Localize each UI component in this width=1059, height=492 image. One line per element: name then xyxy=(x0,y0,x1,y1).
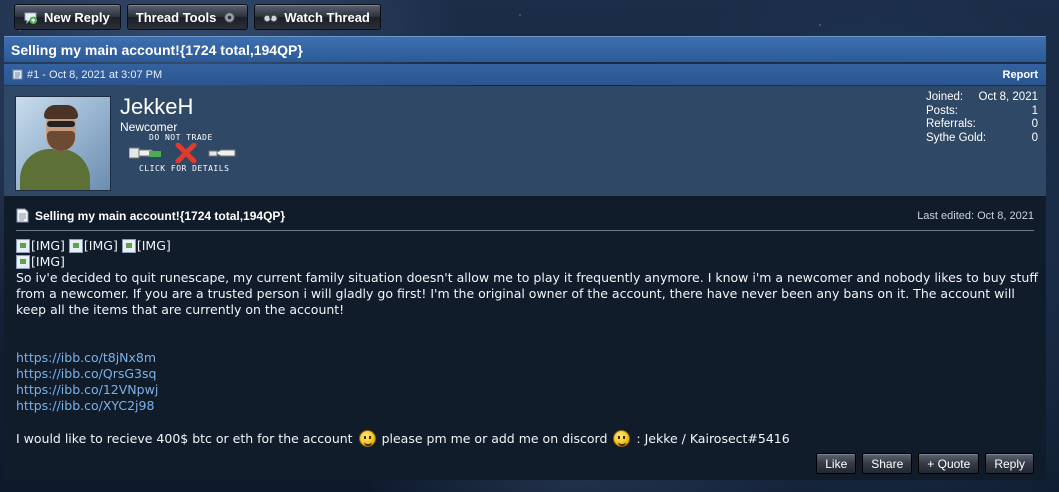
thread-tools-button[interactable]: Thread Tools xyxy=(126,4,249,30)
broken-image: [IMG] xyxy=(16,238,65,254)
thread-title: Selling my main account!{1724 total,194Q… xyxy=(4,36,1046,62)
broken-image-icon xyxy=(121,239,136,253)
username[interactable]: JekkeH xyxy=(120,94,193,120)
new-reply-label: New Reply xyxy=(44,9,110,25)
user-title: Newcomer xyxy=(120,120,178,134)
watch-thread-label: Watch Thread xyxy=(284,9,370,25)
stat-posts: Posts: 1 xyxy=(926,104,1038,117)
broken-image-icon xyxy=(68,239,83,253)
new-reply-button[interactable]: New Reply xyxy=(14,4,121,30)
stat-referrals: Referrals: 0 xyxy=(926,118,1038,130)
badge-bottom-text: CLICK FOR DETAILS xyxy=(139,164,230,173)
post-final-line: I would like to recieve 400$ btc or eth … xyxy=(16,430,790,447)
badge-top-text: DO NOT TRADE xyxy=(149,133,213,142)
red-x-icon xyxy=(175,143,197,163)
image-link[interactable]: https://ibb.co/t8jNx8m xyxy=(16,350,1038,366)
speech-bubble-plus-icon xyxy=(24,11,38,24)
post-paragraph: So iv'e decided to quit runescape, my cu… xyxy=(16,270,1038,317)
handshake-right-icon xyxy=(208,149,236,157)
watch-thread-button[interactable]: Watch Thread xyxy=(254,4,381,30)
binoculars-icon xyxy=(263,14,278,22)
broken-image: [IMG] xyxy=(68,238,118,254)
report-link[interactable]: Report xyxy=(1003,69,1038,81)
document-icon xyxy=(16,208,29,223)
post-content: [IMG] [IMG] [IMG] [IMG] So iv'e decided … xyxy=(16,238,1038,447)
post-permalink[interactable]: #1 - Oct 8, 2021 at 3:07 PM xyxy=(27,69,162,81)
post-title: Selling my main account!{1724 total,194Q… xyxy=(35,208,286,223)
thread-tools-label: Thread Tools xyxy=(135,9,217,25)
reply-button[interactable]: Reply xyxy=(985,453,1034,474)
post-document-icon xyxy=(12,69,23,80)
divider xyxy=(16,230,1034,231)
post-meta-bar: #1 - Oct 8, 2021 at 3:07 PM Report xyxy=(4,64,1046,85)
broken-image-icon xyxy=(16,239,30,253)
broken-image-icon xyxy=(16,255,30,269)
thread-toolbar: New Reply Thread Tools Watch Thread xyxy=(14,4,381,30)
post-actions: Like Share + Quote Reply xyxy=(816,453,1034,474)
image-link[interactable]: https://ibb.co/QrsG3sq xyxy=(16,366,1038,382)
image-link[interactable]: https://ibb.co/12VNpwj xyxy=(16,382,1038,398)
gear-icon xyxy=(224,11,236,23)
like-button[interactable]: Like xyxy=(816,453,857,474)
post-body: Selling my main account!{1724 total,194Q… xyxy=(4,196,1046,480)
stat-sythe-gold: Sythe Gold: 0 xyxy=(926,131,1038,144)
handshake-left-icon xyxy=(129,147,161,159)
avatar[interactable] xyxy=(15,96,111,191)
quote-button[interactable]: + Quote xyxy=(918,453,980,474)
last-edited: Last edited: Oct 8, 2021 xyxy=(917,209,1034,222)
stat-joined: Joined: Oct 8, 2021 xyxy=(926,91,1038,103)
user-info-panel: JekkeH Newcomer DO NOT TRADE CLICK FOR D… xyxy=(4,86,1046,196)
image-link[interactable]: https://ibb.co/XYC2j98 xyxy=(16,398,1038,414)
link-list: https://ibb.co/t8jNx8m https://ibb.co/Qr… xyxy=(16,350,1038,414)
user-stats: Joined: Oct 8, 2021 Posts: 1 Referrals: … xyxy=(926,91,1038,145)
broken-image: [IMG] xyxy=(16,254,65,270)
smiley-icon xyxy=(358,430,376,447)
do-not-trade-badge[interactable]: DO NOT TRADE CLICK FOR DETAILS xyxy=(129,133,239,175)
post-header: Selling my main account!{1724 total,194Q… xyxy=(16,208,1034,223)
broken-image: [IMG] xyxy=(121,238,171,254)
share-button[interactable]: Share xyxy=(862,453,913,474)
smiley-icon xyxy=(613,430,631,447)
